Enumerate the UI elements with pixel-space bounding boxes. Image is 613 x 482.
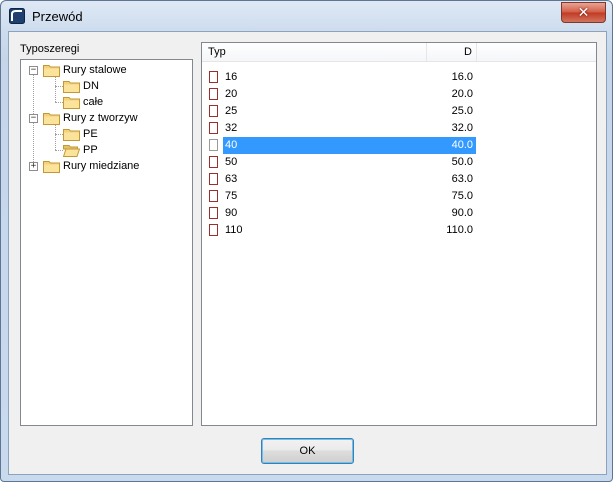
tree-line [55,122,56,150]
cell-typ: 16 [225,71,238,83]
dialog-body: Typoszeregi − Rury stalowe DN całe − Rur… [8,31,607,475]
cell-d: 110.0 [446,224,473,236]
cell-typ: 50 [225,156,238,168]
tree-node-label: Rury z tworzyw [63,112,138,124]
list-row[interactable]: 32 32.0 [202,120,476,137]
tree-node-label: całe [83,96,104,108]
tree-node-rury-z-tworzyw[interactable]: − Rury z tworzyw [29,110,138,126]
folder-icon [43,64,60,77]
pipe-icon [209,88,218,100]
dialog-window: Przewód ✕ Typoszeregi − Rury stalowe DN … [0,0,613,482]
pipe-icon [209,207,218,219]
tree-node-pp[interactable]: PP [63,142,98,158]
pipe-icon [209,224,218,236]
cell-typ: 110 [225,224,243,236]
tree-node-label: PP [83,144,98,156]
pipe-icon [209,190,218,202]
close-button[interactable]: ✕ [561,2,606,23]
cell-d: 50.0 [451,156,473,168]
list-row[interactable]: 25 25.0 [202,103,476,120]
list-row[interactable]: 16 16.0 [202,69,476,86]
folder-icon [63,128,80,141]
list-row[interactable]: 75 75.0 [202,188,476,205]
cell-typ: 75 [225,190,238,202]
pipe-icon [209,105,218,117]
window-title: Przewód [32,9,83,24]
list-row[interactable]: 90 90.0 [202,205,476,222]
open-folder-icon [63,144,80,157]
tree-label: Typoszeregi [20,43,80,55]
cell-typ: 40 [223,137,277,154]
tree-node-label: DN [83,80,99,92]
tree-node-label: Rury miedziane [63,160,140,172]
cell-d: 63.0 [451,173,473,185]
list-row[interactable]: 63 63.0 [202,171,476,188]
list-row[interactable]: 50 50.0 [202,154,476,171]
folder-icon [43,160,60,173]
tree-node-dn[interactable]: DN [63,78,99,94]
tree-line [55,102,63,103]
column-header-typ[interactable]: Typ [202,43,427,61]
tree-node-rury-miedziane[interactable]: + Rury miedziane [29,158,139,174]
tree-node-pe[interactable]: PE [63,126,98,142]
cell-d: 75.0 [451,190,473,202]
tree-line [55,150,63,151]
list-row[interactable]: 20 20.0 [202,86,476,103]
expand-icon[interactable]: + [29,162,38,171]
list-row-selected[interactable]: 40 40.0 [202,137,476,154]
cell-typ: 63 [225,173,238,185]
collapse-icon[interactable]: − [29,66,38,75]
collapse-icon[interactable]: − [29,114,38,123]
pipe-icon [209,156,218,168]
cell-d: 40.0 [277,137,476,154]
tree-node-cale[interactable]: całe [63,94,103,110]
tree-node-rury-stalowe[interactable]: − Rury stalowe [29,62,127,78]
column-header-d[interactable]: D [427,43,477,61]
list-row[interactable]: 110 110.0 [202,222,476,239]
tree-line [55,134,63,135]
cell-d: 90.0 [451,207,473,219]
tree-node-label: Rury stalowe [63,64,127,76]
folder-icon [63,80,80,93]
cell-typ: 25 [225,105,238,117]
title-bar[interactable]: Przewód ✕ [1,1,612,31]
close-icon: ✕ [577,4,590,21]
pipe-icon [209,71,218,83]
cell-d: 20.0 [451,88,473,100]
cell-typ: 32 [225,122,238,134]
list-header: Typ D [202,43,596,62]
cell-d: 25.0 [451,105,473,117]
pipe-list[interactable]: Typ D 16 16.0 20 20.0 25 25.0 32 32.0 40… [201,42,597,426]
cell-typ: 20 [225,88,238,100]
cell-d: 16.0 [451,71,473,83]
tree-node-label: PE [83,128,98,140]
pipe-icon [209,173,218,185]
cell-d: 32.0 [451,122,473,134]
ok-button[interactable]: OK [261,438,354,464]
tree-line [55,74,56,102]
app-icon [9,8,25,24]
pipe-icon [209,122,218,134]
cell-typ: 90 [225,207,238,219]
pipe-icon [209,139,218,151]
series-tree[interactable]: − Rury stalowe DN całe − Rury z tworzyw [20,59,193,426]
folder-icon [43,112,60,125]
tree-line [55,86,63,87]
folder-icon [63,96,80,109]
